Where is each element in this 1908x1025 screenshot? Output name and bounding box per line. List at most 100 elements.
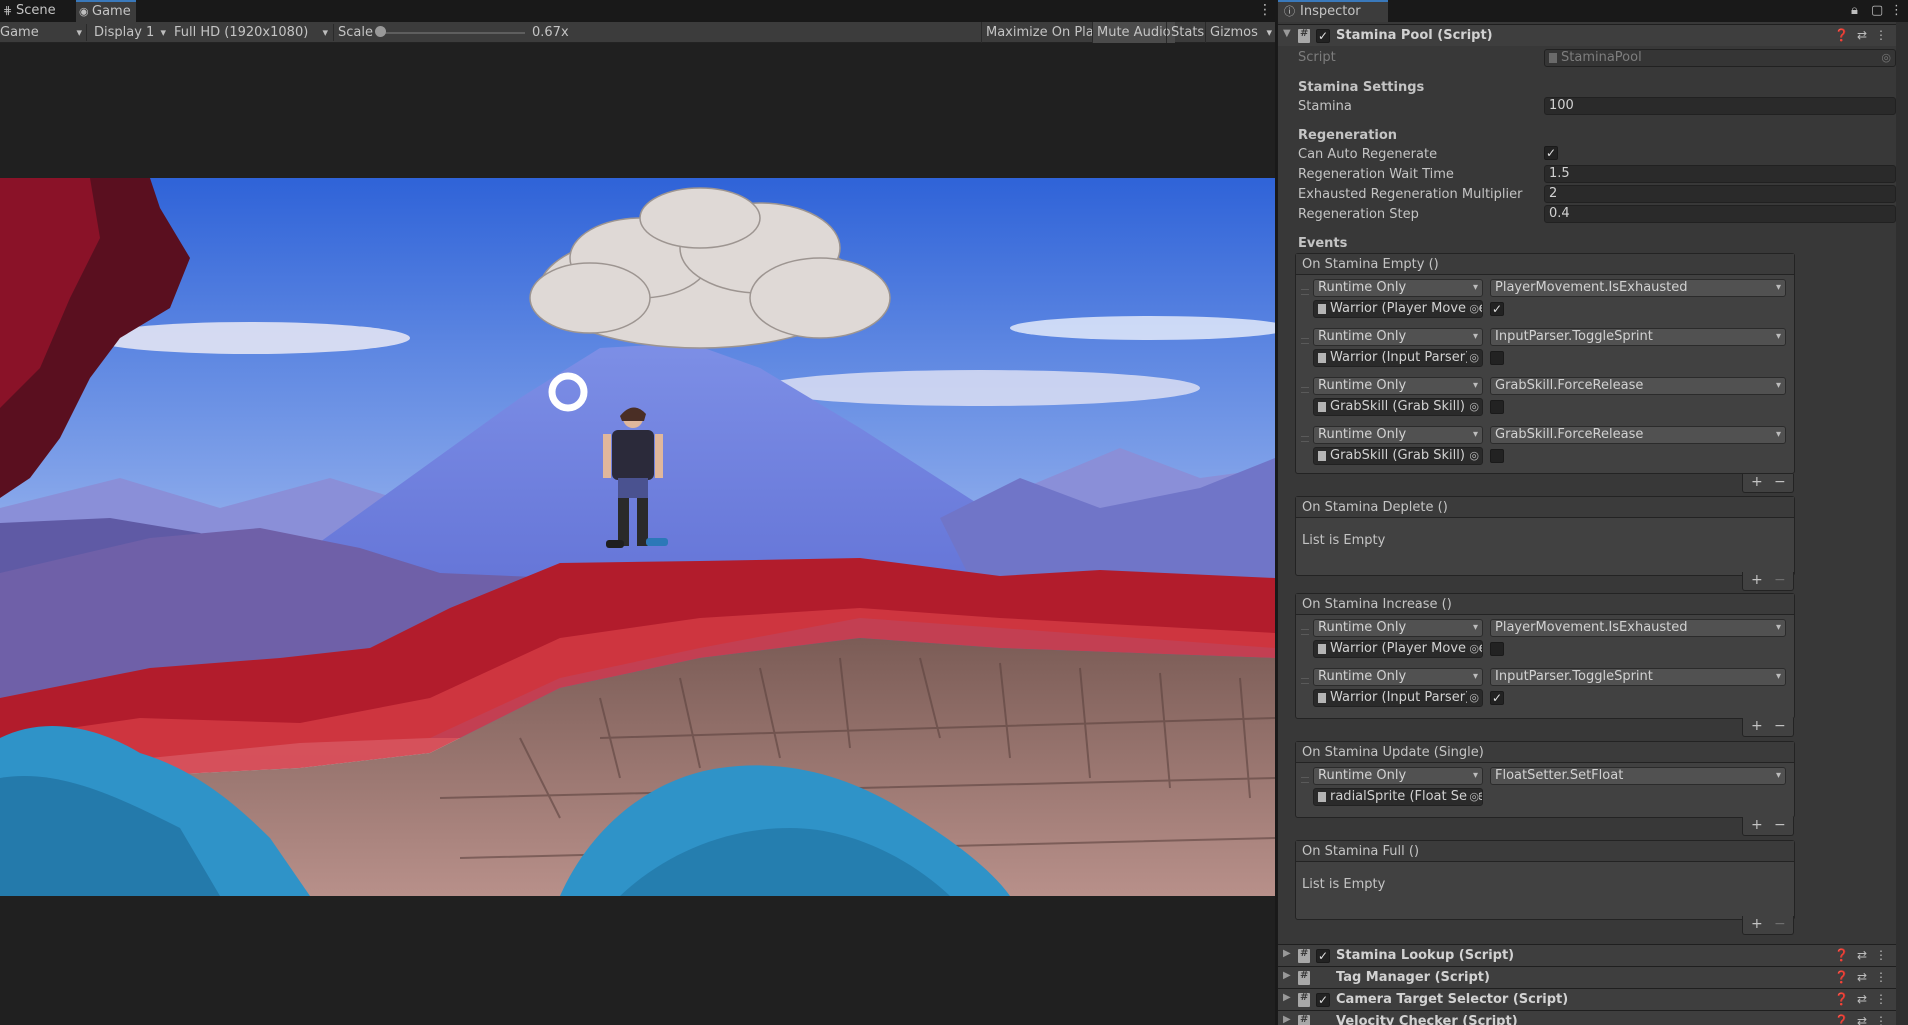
runtime-mode-dropdown[interactable]: Runtime Only ▾ xyxy=(1313,328,1483,346)
component-enabled-checkbox[interactable]: ✓ xyxy=(1316,993,1330,1007)
tag-manager-header[interactable]: ▶ Tag Manager (Script) ❓⇄⋮ xyxy=(1278,966,1908,988)
argument-checkbox[interactable] xyxy=(1490,642,1504,656)
can-auto-regenerate-label: Can Auto Regenerate xyxy=(1298,147,1438,162)
foldout-closed-icon[interactable]: ▶ xyxy=(1283,970,1291,981)
foldout-closed-icon[interactable]: ▶ xyxy=(1283,1014,1291,1025)
argument-checkbox[interactable] xyxy=(1490,449,1504,463)
argument-checkbox[interactable]: ✓ xyxy=(1490,302,1504,316)
stats-button[interactable]: Stats xyxy=(1166,22,1208,43)
drag-handle-icon[interactable] xyxy=(1301,629,1309,635)
method-dropdown[interactable]: FloatSetter.SetFloat ▾ xyxy=(1490,767,1786,785)
maximize-icon[interactable]: ▢ xyxy=(1871,3,1883,18)
foldout-open-icon[interactable]: ▼ xyxy=(1283,28,1291,39)
target-object-field[interactable]: GrabSkill (Grab Skill) ◎ xyxy=(1313,398,1483,416)
wait-time-field[interactable]: 1.5 xyxy=(1544,165,1896,183)
add-listener-button[interactable]: + xyxy=(1751,916,1763,932)
runtime-mode-dropdown[interactable]: Runtime Only ▾ xyxy=(1313,377,1483,395)
component-header-icons[interactable]: ❓⇄⋮ xyxy=(1834,992,1895,1006)
object-picker-icon[interactable]: ◎ xyxy=(1881,50,1891,66)
tab-game[interactable]: ◉ Game xyxy=(76,0,136,22)
target-object-field[interactable]: radialSprite (Float Setter) ◎ xyxy=(1313,788,1483,806)
can-auto-regenerate-checkbox[interactable]: ✓ xyxy=(1544,146,1558,160)
target-object-field[interactable]: Warrior (Player Movemen ◎ xyxy=(1313,640,1483,658)
mute-audio-button[interactable]: Mute Audio xyxy=(1092,22,1175,43)
object-picker-icon[interactable]: ◎ xyxy=(1467,399,1479,415)
drag-handle-icon[interactable] xyxy=(1301,387,1309,393)
exhausted-multiplier-field[interactable]: 2 xyxy=(1544,185,1896,203)
camera-target-selector-header[interactable]: ▶ ✓ Camera Target Selector (Script) ❓⇄⋮ xyxy=(1278,988,1908,1010)
drag-handle-icon[interactable] xyxy=(1301,678,1309,684)
method-dropdown[interactable]: InputParser.ToggleSprint ▾ xyxy=(1490,668,1786,686)
argument-checkbox[interactable] xyxy=(1490,351,1504,365)
runtime-mode-dropdown[interactable]: Runtime Only ▾ xyxy=(1313,619,1483,637)
lock-icon[interactable]: 🔒︎ xyxy=(1851,3,1858,18)
stamina-settings-header: Stamina Settings xyxy=(1298,80,1425,95)
object-picker-icon[interactable]: ◎ xyxy=(1467,690,1479,706)
game-mode-dropdown[interactable]: Game xyxy=(0,22,82,43)
foldout-closed-icon[interactable]: ▶ xyxy=(1283,992,1291,1003)
velocity-checker-header[interactable]: ▶ Velocity Checker (Script) ❓⇄⋮ xyxy=(1278,1010,1908,1025)
remove-listener-button[interactable]: − xyxy=(1774,916,1786,932)
component-header-icons[interactable]: ❓⇄⋮ xyxy=(1834,970,1895,984)
drag-handle-icon[interactable] xyxy=(1301,289,1309,295)
foldout-closed-icon[interactable]: ▶ xyxy=(1283,948,1291,959)
gizmos-dropdown[interactable]: Gizmos ▾ xyxy=(1205,22,1275,43)
target-object-field[interactable]: GrabSkill (Grab Skill) ◎ xyxy=(1313,447,1483,465)
component-header-icons[interactable]: ❓⇄⋮ xyxy=(1834,948,1895,962)
script-field[interactable]: StaminaPool ◎ xyxy=(1544,49,1896,67)
target-object-label: GrabSkill (Grab Skill) xyxy=(1330,448,1465,463)
runtime-mode-dropdown[interactable]: Runtime Only ▾ xyxy=(1313,767,1483,785)
object-picker-icon[interactable]: ◎ xyxy=(1467,789,1479,805)
runtime-mode-dropdown[interactable]: Runtime Only ▾ xyxy=(1313,668,1483,686)
add-listener-button[interactable]: + xyxy=(1751,817,1763,833)
remove-listener-button[interactable]: − xyxy=(1774,817,1786,833)
method-dropdown[interactable]: GrabSkill.ForceRelease ▾ xyxy=(1490,377,1786,395)
component-header-icons[interactable]: ❓⇄⋮ xyxy=(1834,28,1895,42)
inspector-menu-icon[interactable]: ⋮ xyxy=(1890,3,1903,18)
stamina-pool-header[interactable]: ▼ ✓ Stamina Pool (Script) ❓⇄⋮ xyxy=(1278,24,1908,46)
tab-inspector[interactable]: ⓘ Inspector xyxy=(1278,0,1388,22)
maximize-on-play-button[interactable]: Maximize On Play xyxy=(981,22,1105,43)
display-dropdown[interactable]: Display 1 xyxy=(94,22,166,43)
argument-checkbox[interactable]: ✓ xyxy=(1490,691,1504,705)
method-dropdown[interactable]: InputParser.ToggleSprint ▾ xyxy=(1490,328,1786,346)
remove-listener-button[interactable]: − xyxy=(1774,718,1786,734)
drag-handle-icon[interactable] xyxy=(1301,338,1309,344)
method-dropdown[interactable]: PlayerMovement.IsExhausted ▾ xyxy=(1490,619,1786,637)
component-header-icons[interactable]: ❓⇄⋮ xyxy=(1834,1014,1895,1025)
stamina-field[interactable]: 100 xyxy=(1544,97,1896,115)
game-viewport[interactable] xyxy=(0,178,1275,896)
scale-slider[interactable] xyxy=(380,32,525,34)
method-dropdown[interactable]: PlayerMovement.IsExhausted ▾ xyxy=(1490,279,1786,297)
component-title: Tag Manager (Script) xyxy=(1336,970,1490,985)
method-dropdown[interactable]: GrabSkill.ForceRelease ▾ xyxy=(1490,426,1786,444)
target-object-field[interactable]: Warrior (Input Parser) ◎ xyxy=(1313,689,1483,707)
inspector-scrollbar[interactable] xyxy=(1896,22,1908,1025)
component-enabled-checkbox[interactable]: ✓ xyxy=(1316,949,1330,963)
target-object-field[interactable]: Warrior (Player Movemen ◎ xyxy=(1313,300,1483,318)
component-enabled-checkbox[interactable]: ✓ xyxy=(1316,29,1330,43)
remove-listener-button[interactable]: − xyxy=(1774,572,1786,588)
scale-slider-thumb[interactable] xyxy=(375,26,386,37)
argument-checkbox[interactable] xyxy=(1490,400,1504,414)
add-listener-button[interactable]: + xyxy=(1751,572,1763,588)
resolution-dropdown[interactable]: Full HD (1920x1080) xyxy=(174,22,328,43)
object-picker-icon[interactable]: ◎ xyxy=(1467,641,1479,657)
runtime-mode-dropdown[interactable]: Runtime Only ▾ xyxy=(1313,426,1483,444)
drag-handle-icon[interactable] xyxy=(1301,436,1309,442)
object-picker-icon[interactable]: ◎ xyxy=(1467,301,1479,317)
tab-scene[interactable]: ⋕ Scene xyxy=(0,0,76,22)
game-panel-menu-icon[interactable]: ⋮ xyxy=(1258,2,1272,18)
add-listener-button[interactable]: + xyxy=(1751,474,1763,490)
chevron-down-icon: ▾ xyxy=(1472,380,1478,391)
target-object-field[interactable]: Warrior (Input Parser) ◎ xyxy=(1313,349,1483,367)
object-picker-icon[interactable]: ◎ xyxy=(1467,448,1479,464)
event-listener-row: Runtime Only ▾ PlayerMovement.IsExhausted… xyxy=(1296,275,1794,324)
drag-handle-icon[interactable] xyxy=(1301,777,1309,783)
regeneration-step-field[interactable]: 0.4 xyxy=(1544,205,1896,223)
object-picker-icon[interactable]: ◎ xyxy=(1467,350,1479,366)
stamina-lookup-header[interactable]: ▶ ✓ Stamina Lookup (Script) ❓⇄⋮ xyxy=(1278,944,1908,966)
add-listener-button[interactable]: + xyxy=(1751,718,1763,734)
remove-listener-button[interactable]: − xyxy=(1774,474,1786,490)
runtime-mode-dropdown[interactable]: Runtime Only ▾ xyxy=(1313,279,1483,297)
